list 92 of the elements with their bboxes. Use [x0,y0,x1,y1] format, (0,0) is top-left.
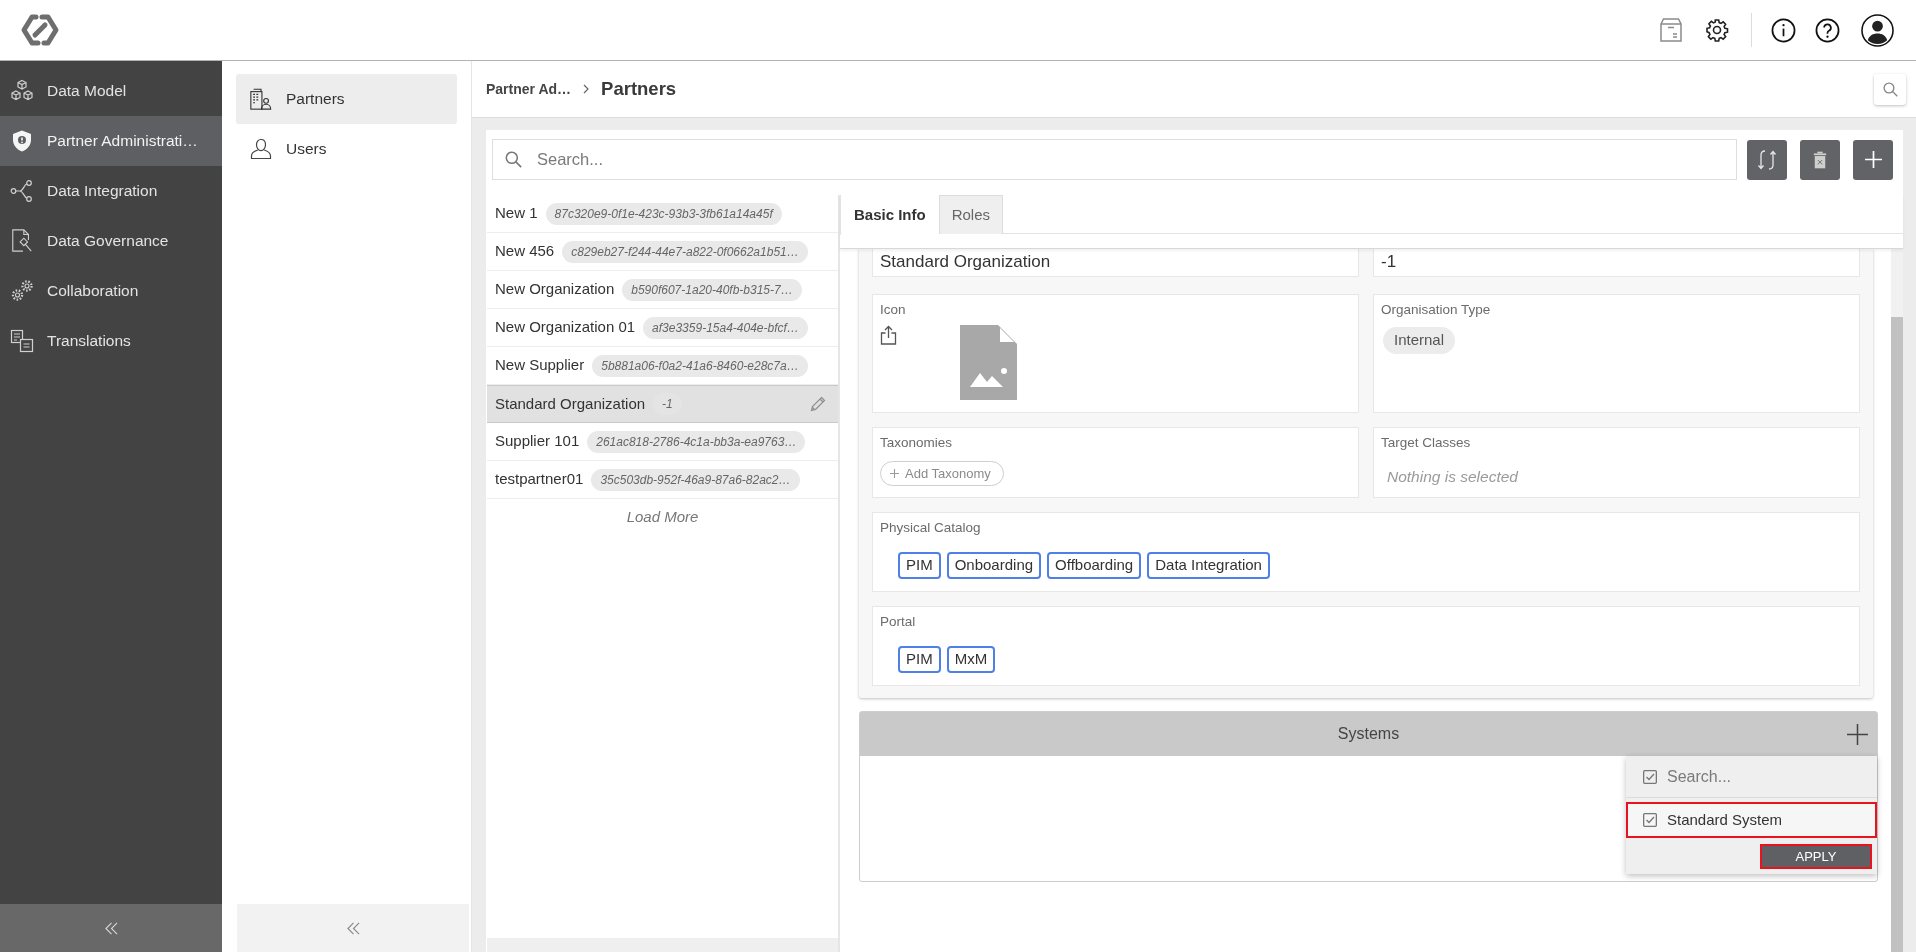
sync-button[interactable] [1747,139,1787,180]
search-button[interactable] [1874,73,1906,105]
field-label: Physical Catalog [880,519,981,537]
nav-item[interactable]: Data Integration [0,166,222,216]
double-chevron-left-icon [346,921,360,935]
partner-name: Supplier 101 [495,431,580,452]
nav-item[interactable]: Partner Administrati… [0,116,222,166]
empty-text: Nothing is selected [1387,467,1518,487]
add-button[interactable] [1853,139,1893,180]
nav-item[interactable]: Data Model [0,66,222,116]
breadcrumb-link[interactable]: Partner Ad… [486,78,572,100]
field-label: Target Classes [1381,434,1471,452]
search-field[interactable]: Search... [492,139,1737,180]
help-icon[interactable] [1815,17,1840,43]
tag: MxM [946,646,996,673]
partner-list-item[interactable]: New 1 87c320e9-0f1e-423c-93b3-3fb61a14a45f [487,195,838,233]
translate-icon [10,329,34,353]
load-more-link[interactable]: Load More [622,499,703,535]
logo-icon[interactable] [21,13,59,47]
partner-list-item[interactable]: New Organization 01 af3e3359-15a4-404e-bfcf… [487,309,838,347]
subnav-item[interactable]: Users [236,124,457,174]
partner-list-item[interactable]: New Organization b590f607-1a20-40fb-b315-7… [487,271,838,309]
field-label: Icon [880,301,906,319]
delete-button[interactable] [1800,139,1840,180]
shield-icon [10,129,34,153]
partner-name: New Supplier [495,355,585,376]
user-icon [249,137,273,161]
checkbox-icon[interactable] [1643,769,1657,784]
cubes-icon [10,79,34,103]
chip: Internal [1383,327,1456,354]
checkbox-icon[interactable] [1643,813,1657,827]
partner-list-item[interactable]: Supplier 101 261ac818-2786-4c1a-bb3a-ea9763… [487,423,838,461]
breadcrumb-current: Partners [601,77,677,102]
dropdown-option[interactable]: Standard System [1626,802,1877,838]
partner-id: b590f607-1a20-40fb-b315-7… [622,278,802,301]
partner-name: Standard Organization [495,393,646,414]
partner-name: New Organization [495,279,615,300]
chevron-right-icon [583,84,590,94]
tag: Offboarding [1047,552,1142,579]
partner-id: 87c320e9-0f1e-423c-93b3-3fb61a14a45f [545,202,782,225]
partner-name: New 456 [495,241,555,262]
section-title: Systems [1337,724,1400,744]
search-icon [1882,81,1898,97]
nav-item[interactable]: Collaboration [0,266,222,316]
partner-id: 261ac818-2786-4c1a-bb3a-ea9763… [587,430,806,453]
edit-icon[interactable] [810,396,826,412]
document-gavel-icon [10,229,34,253]
tab[interactable]: Basic Info [840,195,939,235]
tab[interactable]: Roles [938,195,1004,234]
plus-icon [890,469,899,478]
plus-icon [1846,723,1868,745]
partner-name: testpartner01 [495,469,584,490]
package-icon[interactable] [1660,18,1682,42]
tag: Onboarding [946,552,1042,579]
partner-list-item[interactable]: testpartner01 35c503db-952f-46a9-87a6-82ac2… [487,461,838,499]
gears-icon [10,279,34,303]
share-nodes-icon [10,179,34,203]
tag: PIM [898,646,941,673]
field-label: Portal [880,613,916,631]
plus-icon [1864,151,1882,168]
field-value: -1 [1381,251,1397,273]
subnav-item[interactable]: Partners [236,74,457,124]
nav-item[interactable]: Translations [0,316,222,366]
add-button[interactable] [1846,723,1868,745]
partner-id: c829eb27-f244-44e7-a822-0f0662a1b51… [562,240,808,263]
partner-id: af3e3359-15a4-404e-bfcf… [643,316,808,339]
apply-button[interactable]: APPLY [1760,844,1872,869]
field-label: Organisation Type [1381,301,1491,319]
settings-icon[interactable] [1705,18,1729,42]
double-chevron-left-icon [104,921,118,935]
partner-name: New 1 [495,203,538,224]
sync-icon [1757,148,1777,171]
tag: Data Integration [1147,552,1270,579]
partner-list-item[interactable]: New Supplier 5b881a06-f0a2-41a6-8460-e28c7a… [487,347,838,385]
search-field[interactable]: Search... [1667,761,1877,792]
partner-list-item[interactable]: New 456 c829eb27-f244-44e7-a822-0f0662a1b51… [487,233,838,271]
trash-icon [1813,149,1827,170]
info-icon[interactable] [1771,17,1796,43]
search-icon [505,151,522,168]
upload-icon[interactable] [880,325,897,345]
tag: PIM [898,552,941,579]
partner-id: 5b881a06-f0a2-41a6-8460-e28c7a… [592,354,808,377]
add-taxonomy-button[interactable]: Add Taxonomy [880,461,1004,486]
building-people-icon [249,87,273,111]
avatar-icon[interactable] [1861,13,1894,47]
field-label: Taxonomies [880,434,953,452]
partner-name: New Organization 01 [495,317,636,338]
partner-list-item[interactable]: Standard Organization -1 [487,385,838,423]
partner-id: 35c503db-952f-46a9-87a6-82ac2… [591,468,800,491]
image-file-icon [960,325,1017,400]
nav-item[interactable]: Data Governance [0,216,222,266]
field-value: Standard Organization [880,251,1051,273]
